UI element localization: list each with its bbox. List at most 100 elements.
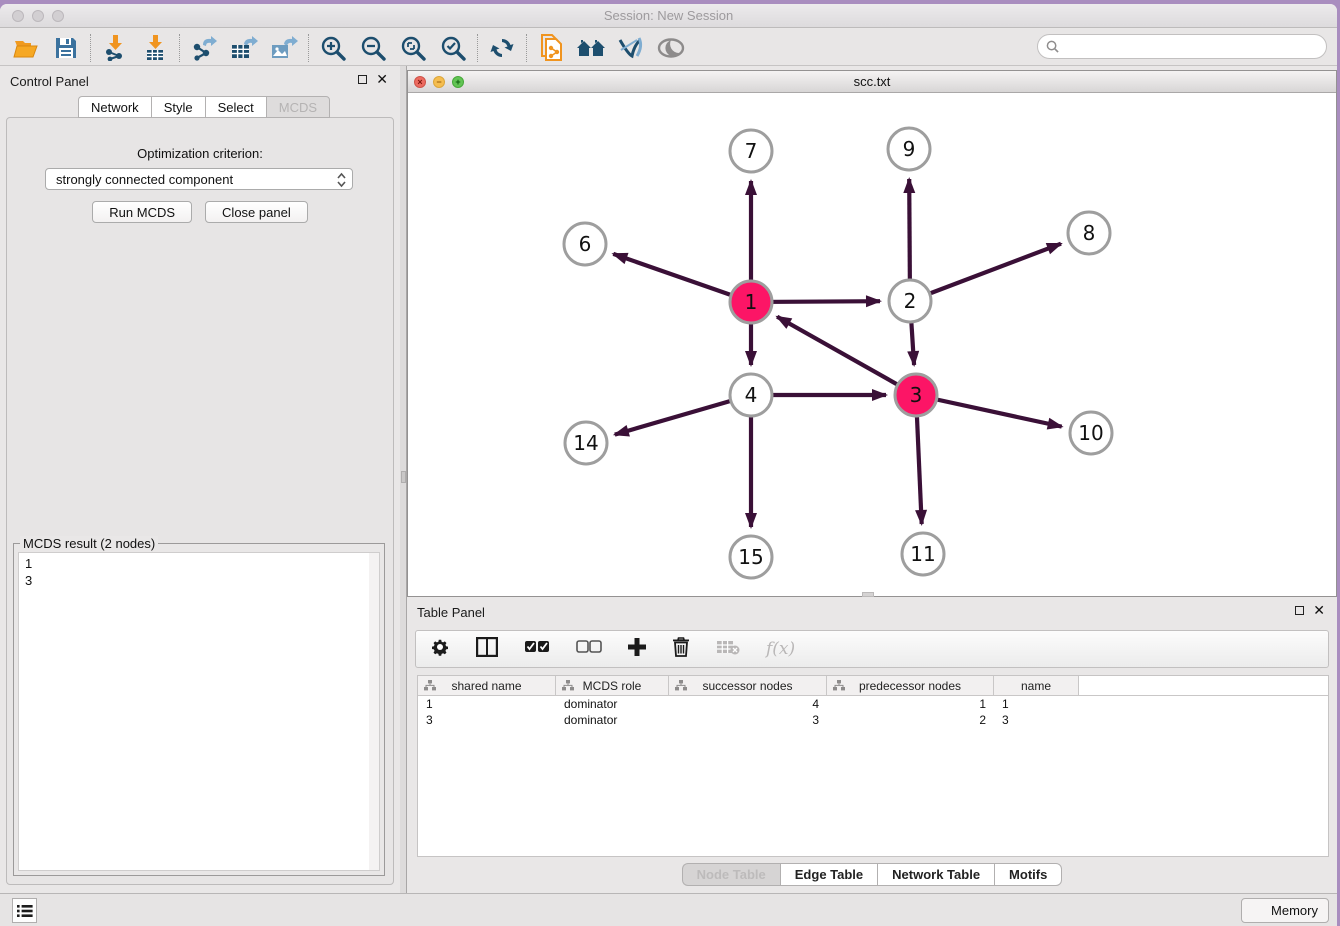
- status-bar: Memory: [0, 893, 1337, 926]
- show-column-panel-icon[interactable]: [476, 637, 498, 662]
- graph-node-1[interactable]: 1: [730, 281, 772, 323]
- mcds-result-group: MCDS result (2 nodes) 1 3: [13, 543, 385, 876]
- close-panel-button[interactable]: Close panel: [205, 201, 308, 223]
- memory-status-icon: [1252, 904, 1265, 917]
- node-table: shared name MCDS role successor nodes pr…: [417, 675, 1329, 857]
- save-session-icon[interactable]: [46, 31, 86, 65]
- run-mcds-button[interactable]: Run MCDS: [92, 201, 192, 223]
- graph-node-10[interactable]: 10: [1070, 412, 1112, 454]
- search-field[interactable]: [1037, 34, 1327, 59]
- tab-node-table[interactable]: Node Table: [682, 863, 780, 886]
- graph-edge-2-8[interactable]: [910, 244, 1061, 301]
- import-network-icon[interactable]: [95, 31, 135, 65]
- toolbar-separator: [179, 34, 180, 62]
- graph-node-7[interactable]: 7: [730, 130, 772, 172]
- table-settings-gear-icon[interactable]: [430, 637, 450, 662]
- vertical-splitter[interactable]: [400, 66, 407, 893]
- export-table-icon[interactable]: [224, 31, 264, 65]
- float-panel-icon[interactable]: [358, 75, 367, 84]
- graph-edge-3-1[interactable]: [777, 317, 916, 395]
- delete-column-trash-icon[interactable]: [672, 637, 690, 662]
- memory-button[interactable]: Memory: [1241, 898, 1329, 923]
- tab-style[interactable]: Style: [151, 96, 205, 118]
- graph-node-4[interactable]: 4: [730, 374, 772, 416]
- graph-node-label: 10: [1078, 421, 1103, 445]
- import-table-icon[interactable]: [135, 31, 175, 65]
- graph-node-label: 11: [910, 542, 935, 566]
- tab-motifs[interactable]: Motifs: [994, 863, 1062, 886]
- criterion-dropdown-value: strongly connected component: [56, 172, 233, 187]
- new-network-from-selection-icon[interactable]: [531, 31, 571, 65]
- zoom-fit-icon[interactable]: [393, 31, 433, 65]
- graph-node-8[interactable]: 8: [1068, 212, 1110, 254]
- float-table-panel-icon[interactable]: [1295, 606, 1304, 615]
- graph-node-label: 1: [745, 290, 758, 314]
- zoom-in-icon[interactable]: [313, 31, 353, 65]
- function-builder-icon: f(x): [766, 639, 795, 659]
- window-title: Session: New Session: [0, 8, 1337, 23]
- graph-node-9[interactable]: 9: [888, 128, 930, 170]
- tab-edge-table[interactable]: Edge Table: [780, 863, 877, 886]
- task-list-icon: [17, 904, 33, 918]
- column-header-successor-nodes[interactable]: successor nodes: [669, 676, 827, 695]
- refresh-icon[interactable]: [482, 31, 522, 65]
- network-window-titlebar[interactable]: × − + scc.txt: [408, 71, 1336, 93]
- tab-select[interactable]: Select: [205, 96, 266, 118]
- cell-successor-nodes: 3: [669, 712, 827, 728]
- column-header-mcds-role[interactable]: MCDS role: [556, 676, 669, 695]
- network-window-title: scc.txt: [408, 74, 1336, 89]
- close-panel-icon[interactable]: ✕: [376, 75, 388, 84]
- zoom-out-icon[interactable]: [353, 31, 393, 65]
- tree-icon: [562, 680, 574, 691]
- table-row[interactable]: 3 dominator 3 2 3: [418, 712, 1328, 728]
- table-row[interactable]: 1 dominator 4 1 1: [418, 696, 1328, 712]
- export-network-icon[interactable]: [184, 31, 224, 65]
- control-panel-tabs: Network Style Select MCDS: [78, 96, 330, 118]
- splitter-handle[interactable]: [401, 471, 406, 483]
- search-input[interactable]: [1063, 40, 1326, 54]
- mcds-result-scrollbar[interactable]: [369, 553, 379, 870]
- graph-node-6[interactable]: 6: [564, 223, 606, 265]
- titlebar: Session: New Session: [0, 4, 1337, 28]
- graph-node-11[interactable]: 11: [902, 533, 944, 575]
- tab-network-table[interactable]: Network Table: [877, 863, 994, 886]
- show-all-eye-icon[interactable]: [651, 31, 691, 65]
- hide-selected-icon[interactable]: [611, 31, 651, 65]
- toolbar-separator: [477, 34, 478, 62]
- graph-node-15[interactable]: 15: [730, 536, 772, 578]
- dropdown-arrows-icon: [337, 172, 346, 191]
- graph-node-2[interactable]: 2: [889, 280, 931, 322]
- table-panel-title: Table Panel: [417, 605, 485, 620]
- tree-icon: [833, 680, 845, 691]
- graph-node-label: 4: [745, 383, 758, 407]
- cell-successor-nodes: 4: [669, 696, 827, 712]
- first-neighbors-icon[interactable]: [571, 31, 611, 65]
- table-panel: Table Panel ✕: [407, 597, 1337, 893]
- graph-node-14[interactable]: 14: [565, 422, 607, 464]
- graph-node-label: 2: [904, 289, 917, 313]
- task-history-button[interactable]: [12, 898, 37, 923]
- close-table-panel-icon[interactable]: ✕: [1313, 606, 1325, 615]
- column-header-predecessor-nodes[interactable]: predecessor nodes: [827, 676, 994, 695]
- unselect-all-columns-icon[interactable]: [576, 640, 602, 659]
- graph-node-label: 6: [579, 232, 592, 256]
- zoom-selected-icon[interactable]: [433, 31, 473, 65]
- mcds-result-text[interactable]: 1 3: [18, 552, 380, 871]
- cell-name: 3: [994, 712, 1079, 728]
- network-canvas[interactable]: 7 9 6 8 1 2 4 3 14 10 15 11: [408, 93, 1336, 596]
- cell-mcds-role: dominator: [556, 696, 669, 712]
- optimization-criterion-label: Optimization criterion:: [7, 146, 393, 161]
- tab-network[interactable]: Network: [78, 96, 151, 118]
- tab-mcds[interactable]: MCDS: [266, 96, 330, 118]
- control-panel: Control Panel ✕ Network Style Select MCD…: [0, 66, 400, 893]
- graph-node-3[interactable]: 3: [895, 374, 937, 416]
- network-canvas-svg: 7 9 6 8 1 2 4 3 14 10 15 11: [408, 93, 1337, 598]
- column-header-shared-name[interactable]: shared name: [418, 676, 556, 695]
- graph-node-label: 9: [903, 137, 916, 161]
- criterion-dropdown[interactable]: strongly connected component: [45, 168, 353, 190]
- create-column-plus-icon[interactable]: [628, 638, 646, 661]
- column-header-name[interactable]: name: [994, 676, 1079, 695]
- export-image-icon[interactable]: [264, 31, 304, 65]
- select-all-columns-icon[interactable]: [524, 640, 550, 659]
- open-session-icon[interactable]: [6, 31, 46, 65]
